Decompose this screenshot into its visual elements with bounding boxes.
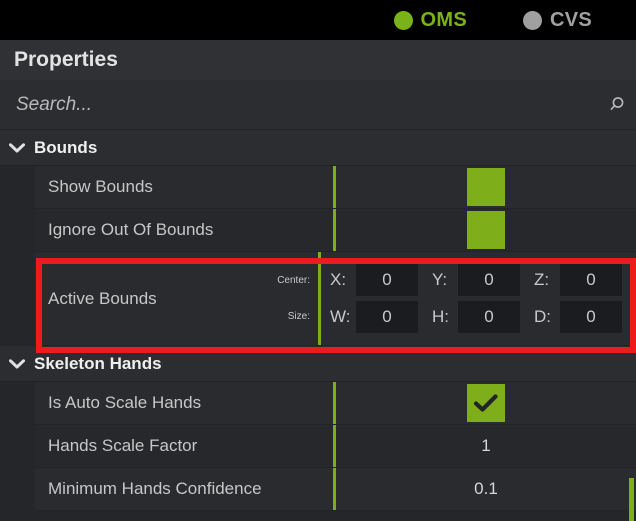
center-y-input[interactable]: 0	[458, 263, 520, 296]
table-row[interactable]: Minimum Hands Confidence 0.1	[35, 468, 636, 511]
value-hands-scale-factor[interactable]: 1	[481, 436, 490, 456]
color-swatch-show-bounds[interactable]	[467, 168, 505, 206]
page-title: Properties	[14, 48, 118, 71]
center-x-input[interactable]: 0	[356, 263, 418, 296]
section-title: Skeleton Hands	[34, 353, 162, 373]
property-label-cell: Ignore Out Of Bounds	[35, 209, 333, 251]
check-icon	[473, 394, 498, 412]
table-row[interactable]: Ignore Out Of Bounds	[35, 209, 636, 252]
property-label: Is Auto Scale Hands	[48, 393, 202, 412]
table-row-active-bounds[interactable]: Active Bounds Center: Size: X: 0 Y: 0 Z:…	[35, 252, 636, 346]
property-label-cell: Active Bounds Center: Size:	[35, 252, 318, 345]
property-label-cell: Show Bounds	[35, 166, 333, 208]
table-row[interactable]: Hands Scale Factor 1	[35, 425, 636, 468]
chevron-down-icon[interactable]	[0, 358, 34, 369]
search-icon[interactable]	[596, 96, 636, 114]
axis-label-y: Y:	[432, 269, 448, 289]
panel-header: Properties	[0, 40, 636, 80]
status-label-cvs: CVS	[549, 8, 592, 31]
table-row[interactable]: Is Auto Scale Hands	[35, 382, 636, 425]
section-header-skeleton-hands[interactable]: Skeleton Hands	[0, 346, 636, 382]
size-d-input[interactable]: 0	[560, 301, 622, 334]
axis-label-d: D:	[534, 307, 551, 327]
property-label-cell: Minimum Hands Confidence	[35, 468, 333, 510]
property-value-cell[interactable]: 1	[336, 425, 636, 467]
search-input[interactable]	[0, 93, 596, 116]
status-dot-icon	[393, 10, 413, 30]
vector-sublabel-center: Center:	[277, 274, 310, 286]
property-value-cell[interactable]	[336, 166, 636, 208]
axis-label-z: Z:	[534, 269, 550, 289]
vector-field-h[interactable]: H: 0	[432, 301, 520, 334]
property-value-cell[interactable]: 0.1	[336, 468, 636, 510]
table-row[interactable]: Show Bounds	[35, 166, 636, 209]
status-indicator-oms[interactable]: OMS	[393, 8, 467, 32]
property-label: Show Bounds	[48, 177, 153, 196]
axis-label-h: H:	[432, 307, 449, 327]
search-bar[interactable]	[0, 80, 636, 130]
vector-field-y[interactable]: Y: 0	[432, 263, 520, 296]
vector-field-w[interactable]: W: 0	[330, 301, 418, 334]
property-label: Active Bounds	[48, 288, 157, 308]
properties-panel-window: OMS CVS Properties Bounds	[0, 0, 636, 521]
property-label: Ignore Out Of Bounds	[48, 220, 214, 239]
vector-sublabel-size: Size:	[287, 311, 310, 323]
size-h-input[interactable]: 0	[458, 301, 520, 334]
property-value-cell[interactable]	[336, 209, 636, 251]
vector-line-center: X: 0 Y: 0 Z: 0	[330, 263, 636, 296]
size-w-input[interactable]: 0	[356, 301, 418, 334]
vector-field-d[interactable]: D: 0	[534, 301, 622, 334]
chevron-down-icon[interactable]	[0, 142, 34, 153]
vector-field-x[interactable]: X: 0	[330, 263, 418, 296]
scrollbar-track[interactable]	[630, 130, 636, 521]
vector-fields: X: 0 Y: 0 Z: 0 W: 0 H: 0 D: 0	[321, 252, 636, 345]
axis-label-x: X:	[330, 269, 347, 289]
section-title: Bounds	[34, 137, 98, 157]
status-bar: OMS CVS	[0, 0, 636, 40]
scrollbar-thumb[interactable]	[629, 478, 634, 521]
property-label: Minimum Hands Confidence	[48, 479, 262, 498]
property-label: Hands Scale Factor	[48, 436, 198, 455]
section-header-bounds[interactable]: Bounds	[0, 130, 636, 166]
vector-sublabels: Center: Size:	[277, 252, 310, 345]
status-dot-icon	[522, 10, 542, 30]
vector-line-size: W: 0 H: 0 D: 0	[330, 301, 636, 334]
value-minimum-hands-confidence[interactable]: 0.1	[474, 479, 498, 499]
property-label-cell: Is Auto Scale Hands	[35, 382, 333, 424]
center-z-input[interactable]: 0	[560, 263, 622, 296]
status-label-oms: OMS	[420, 8, 467, 31]
color-swatch-ignore-out-of-bounds[interactable]	[467, 211, 505, 249]
property-label-cell: Hands Scale Factor	[35, 425, 333, 467]
checkbox-is-auto-scale-hands[interactable]	[467, 384, 505, 422]
vector-field-z[interactable]: Z: 0	[534, 263, 622, 296]
properties-list: Bounds Show Bounds Ignore Out Of Bounds …	[0, 130, 636, 521]
status-indicator-cvs[interactable]: CVS	[522, 8, 592, 32]
axis-label-w: W:	[330, 307, 351, 327]
property-value-cell[interactable]	[336, 382, 636, 424]
